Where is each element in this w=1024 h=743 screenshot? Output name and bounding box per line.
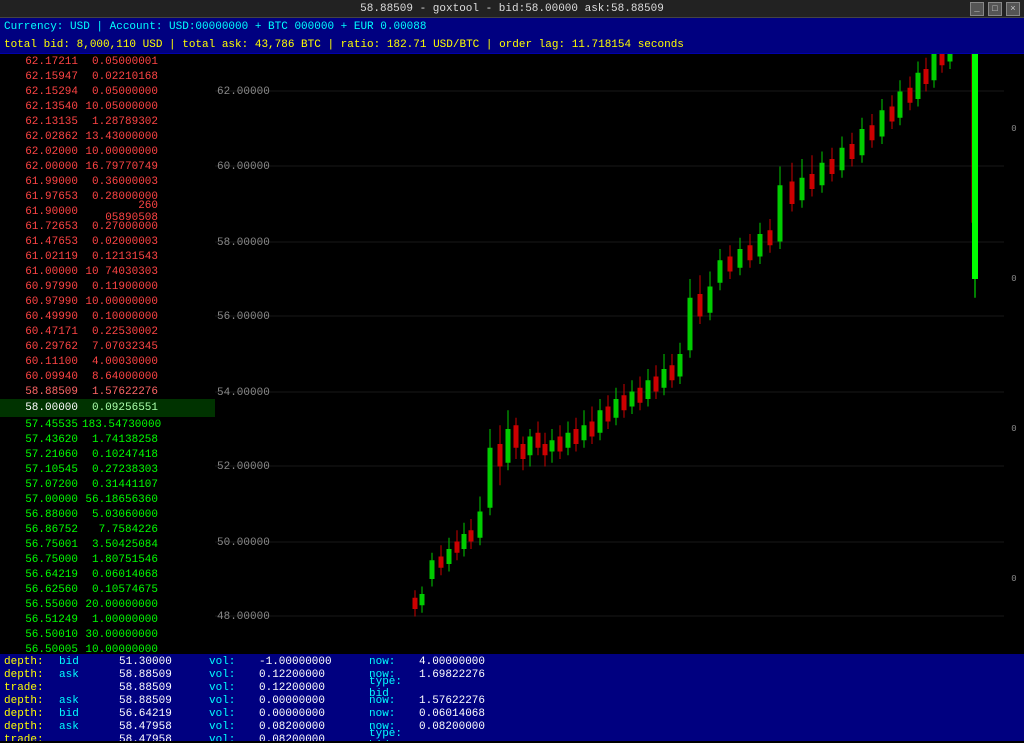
ask-row: 62.131351.28789302 (0, 114, 215, 129)
status-row-3: trade: 58.88509 vol: 0.12200000 type: bi… (4, 682, 1020, 694)
bid-row: 57.45535183.54730000 (0, 417, 215, 432)
ask-row: 60.9799010.00000000 (0, 294, 215, 309)
status-row-4: depth: ask 58.88509 vol: 0.00000000 now:… (4, 695, 1020, 707)
ask-row: 61.476530.02000003 (0, 234, 215, 249)
ask-row: 61.990000.36000003 (0, 174, 215, 189)
chart-panel: 62.00000 60.00000 58.00000 56.00000 54.0… (215, 54, 1004, 654)
status-row-5: depth: bid 56.64219 vol: 0.00000000 now:… (4, 708, 1020, 720)
ask-row: 60.979900.11900000 (0, 279, 215, 294)
ask-row: 61.726530.27000000 (0, 219, 215, 234)
ask-row: 62.152940.05000000 (0, 84, 215, 99)
main-area: 62.172110.05000001 62.159470.02210168 62… (0, 54, 1024, 654)
bid-row: 56.642190.06014068 (0, 567, 215, 582)
ask-row: 62.159470.02210168 (0, 69, 215, 84)
status-row-1: depth: bid 51.30000 vol: -1.00000000 now… (4, 656, 1020, 668)
close-button[interactable]: × (1006, 2, 1020, 16)
header-totals-row: total bid: 8,000,110 USD | total ask: 43… (0, 36, 1024, 54)
ask-row: 62.172110.05000001 (0, 54, 215, 69)
minimize-button[interactable]: _ (970, 2, 984, 16)
bid-row: 57.0000056.18656360 (0, 492, 215, 507)
svg-text:54.00000: 54.00000 (217, 387, 270, 399)
mid-price-row: 58.00000 0.09256551 (0, 399, 215, 417)
ask-row: 60.471710.22530002 (0, 324, 215, 339)
bid-row: 56.750001.80751546 (0, 552, 215, 567)
bid-row: 56.625600.10574675 (0, 582, 215, 597)
bid-row: 56.512491.00000000 (0, 612, 215, 627)
orderbook-panel: 62.172110.05000001 62.159470.02210168 62… (0, 54, 215, 654)
svg-text:52.00000: 52.00000 (217, 461, 270, 473)
bid-row: 57.210600.10247418 (0, 447, 215, 462)
bid-row: 56.867527.7584226 (0, 522, 215, 537)
bid-row: 57.072000.31441107 (0, 477, 215, 492)
svg-text:48.00000: 48.00000 (217, 611, 270, 623)
bid-row: 57.105450.27238303 (0, 462, 215, 477)
bid-row: 56.5500020.00000000 (0, 597, 215, 612)
status-row-6: depth: ask 58.47958 vol: 0.08200000 now:… (4, 721, 1020, 733)
status-row-7: trade: 58.47958 vol: 0.08200000 type: bi… (4, 734, 1020, 741)
ask-row: 61.021190.12131543 (0, 249, 215, 264)
ask-row: 60.111004.00030000 (0, 354, 215, 369)
svg-text:62.00000: 62.00000 (217, 86, 270, 98)
svg-text:58.00000: 58.00000 (217, 237, 270, 249)
titlebar: 58.88509 - goxtool - bid:58.00000 ask:58… (0, 0, 1024, 18)
ask-row: 60.099408.64000000 (0, 369, 215, 384)
ask-row: 62.0200010.00000000 (0, 144, 215, 159)
maximize-button[interactable]: □ (988, 2, 1002, 16)
ask-row: 62.1354010.05000000 (0, 99, 215, 114)
svg-text:56.00000: 56.00000 (217, 311, 270, 323)
bid-row: 56.880005.03060000 (0, 507, 215, 522)
title-text: 58.88509 - goxtool - bid:58.00000 ask:58… (360, 3, 664, 15)
currency-info: Currency: USD | Account: USD:00000000 + … (4, 21, 426, 33)
right-margin: 0 0 0 0 (1004, 54, 1024, 654)
window-controls: _ □ × (970, 2, 1020, 16)
svg-text:50.00000: 50.00000 (217, 537, 270, 549)
bid-row: 57.436201.74138258 (0, 432, 215, 447)
ask-row: 62.0286213.43000000 (0, 129, 215, 144)
header-currency-row: Currency: USD | Account: USD:00000000 + … (0, 18, 1024, 36)
totals-info: total bid: 8,000,110 USD | total ask: 43… (4, 39, 684, 51)
ask-row-highlight: 58.885091.57622276 (0, 384, 215, 399)
bid-row: 56.5000510.00000000 (0, 642, 215, 654)
svg-text:60.00000: 60.00000 (217, 161, 270, 173)
ask-row: 61.0000010 74030303 (0, 264, 215, 279)
ask-row: 60.499900.10000000 (0, 309, 215, 324)
ask-row: 62.0000016.79770749 (0, 159, 215, 174)
bid-row: 56.5001030.00000000 (0, 627, 215, 642)
ask-row: 60.297627.07032345 (0, 339, 215, 354)
status-row-2: depth: ask 58.88509 vol: 0.12200000 now:… (4, 669, 1020, 681)
bid-row: 56.750013.50425084 (0, 537, 215, 552)
candlestick-chart: 62.00000 60.00000 58.00000 56.00000 54.0… (215, 54, 1004, 654)
ask-row: 61.90000260 05890508 (0, 204, 215, 219)
statusbar: depth: bid 51.30000 vol: -1.00000000 now… (0, 654, 1024, 741)
